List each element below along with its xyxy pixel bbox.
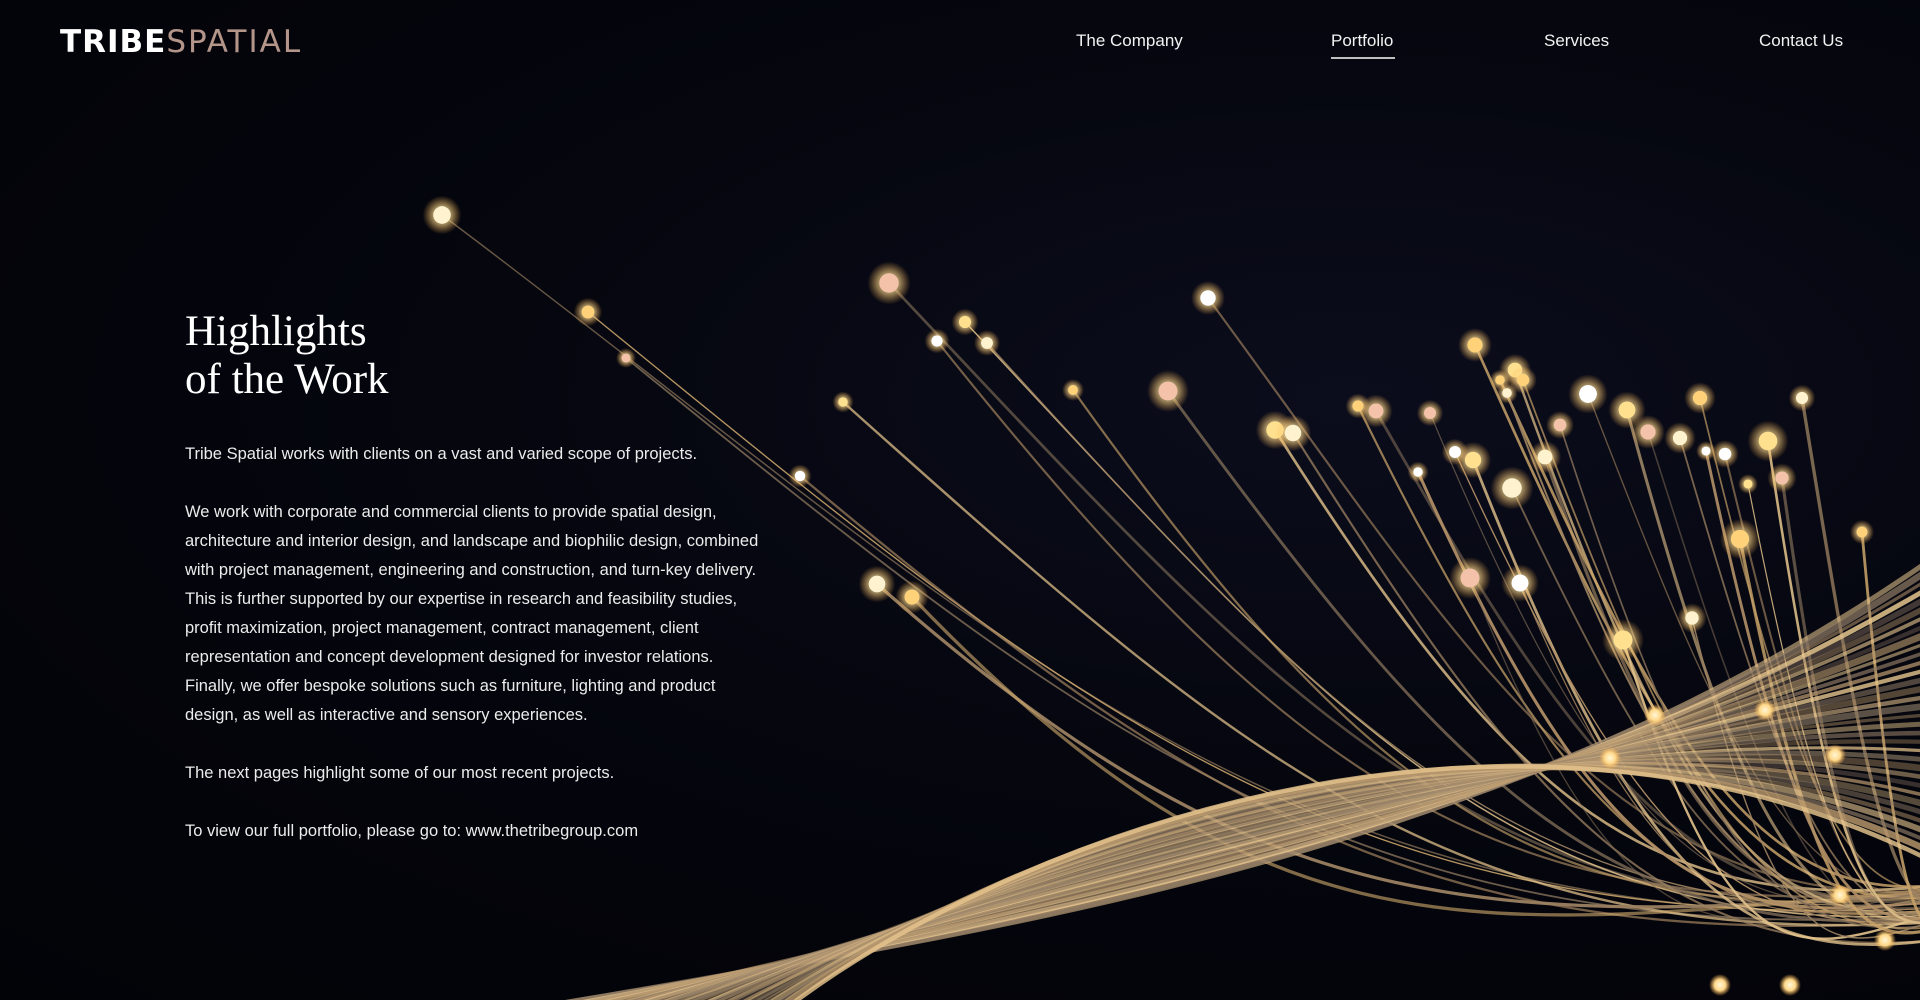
nav-link-services[interactable]: Services <box>1544 30 1609 52</box>
nav-link-contact-us[interactable]: Contact Us <box>1759 30 1843 52</box>
fiber-tip-glow <box>1709 974 1731 996</box>
fiber-tip <box>1448 445 1462 459</box>
fiber-tip <box>1467 337 1483 353</box>
fiber-tip <box>1758 431 1778 451</box>
fiber-tip <box>1613 630 1633 650</box>
fiber-tip <box>1618 401 1636 419</box>
fiber-tip-glow <box>1874 929 1896 951</box>
fiber-tip-glow <box>1824 744 1846 766</box>
fiber-tip-glow <box>1599 747 1621 769</box>
fiber-tip <box>1553 418 1567 432</box>
logo-text-spatial: SPATIAL <box>166 24 303 60</box>
fiber-tip <box>1672 430 1688 446</box>
intro-paragraph-scope: Tribe Spatial works with clients on a va… <box>185 445 698 463</box>
fiber-tip <box>1284 424 1302 442</box>
fiber-tip-glow <box>1779 974 1801 996</box>
intro-paragraph-bespoke: Finally, we offer bespoke solutions such… <box>185 677 716 724</box>
fiber-tip <box>868 575 886 593</box>
intro-paragraph-next-pages: The next pages highlight some of our mos… <box>185 764 615 782</box>
fiber-tip <box>1511 574 1529 592</box>
fiber-tip <box>1640 424 1656 440</box>
fiber-tip-glow <box>1829 884 1851 906</box>
fiber-tip <box>958 315 972 329</box>
fiber-tip <box>794 470 806 482</box>
fiber-tip <box>1460 568 1480 588</box>
fiber-tip <box>1158 381 1178 401</box>
logo-text-tribe: TRIBE <box>60 24 167 60</box>
fiber-tip <box>1502 478 1522 498</box>
fiber-strand <box>1292 432 1920 944</box>
fiber-tip <box>1795 391 1809 405</box>
fiber-tip <box>1516 373 1530 387</box>
fiber-tip <box>981 337 993 349</box>
fiber-tip <box>904 589 920 605</box>
fiber-tip <box>1423 406 1437 420</box>
fiber-tip <box>1579 385 1597 403</box>
fiber-tip <box>1537 449 1553 465</box>
fiber-tip <box>1068 385 1078 395</box>
fiber-tip <box>1730 529 1750 549</box>
fiber-tip <box>1200 290 1216 306</box>
tribe-spatial-logo[interactable]: TRIBESPATIAL <box>60 24 302 60</box>
fiber-tip <box>1856 526 1868 538</box>
fiber-tip-glow <box>1644 704 1666 726</box>
intro-paragraph-services: We work with corporate and commercial cl… <box>185 503 759 579</box>
intro-section: Highlights of the Work Tribe Spatial wor… <box>185 308 765 846</box>
top-navigation: TRIBESPATIAL The Company Portfolio Servi… <box>0 0 1920 90</box>
fiber-tip <box>433 206 451 224</box>
intro-paragraph-expertise: This is further supported by our experti… <box>185 590 738 666</box>
fiber-tip <box>1775 471 1789 485</box>
fiber-tip-glow <box>1754 699 1776 721</box>
fiber-tip <box>1743 479 1753 489</box>
fiber-tip <box>1368 403 1384 419</box>
fiber-tip <box>879 273 899 293</box>
active-nav-underline <box>1331 57 1395 59</box>
nav-link-the-company[interactable]: The Company <box>1076 30 1183 52</box>
fiber-tip <box>1502 388 1512 398</box>
fiber-strand <box>1357 405 1920 916</box>
fiber-tip <box>931 335 943 347</box>
intro-paragraph-portfolio-link: To view our full portfolio, please go to… <box>185 822 639 840</box>
intro-body: Tribe Spatial works with clients on a va… <box>185 440 765 846</box>
page-title-line-1: Highlights <box>185 308 367 355</box>
fiber-tip <box>1692 390 1708 406</box>
fiber-tip <box>1413 467 1423 477</box>
fiber-tip <box>1718 447 1732 461</box>
page: TRIBESPATIAL The Company Portfolio Servi… <box>0 0 1920 1000</box>
nav-link-portfolio[interactable]: Portfolio <box>1331 30 1393 52</box>
fiber-tip <box>1685 611 1699 625</box>
page-title-line-2: of the Work <box>185 356 389 403</box>
fiber-tip <box>838 397 848 407</box>
page-title: Highlights of the Work <box>185 308 765 404</box>
fiber-tip <box>1701 446 1711 456</box>
